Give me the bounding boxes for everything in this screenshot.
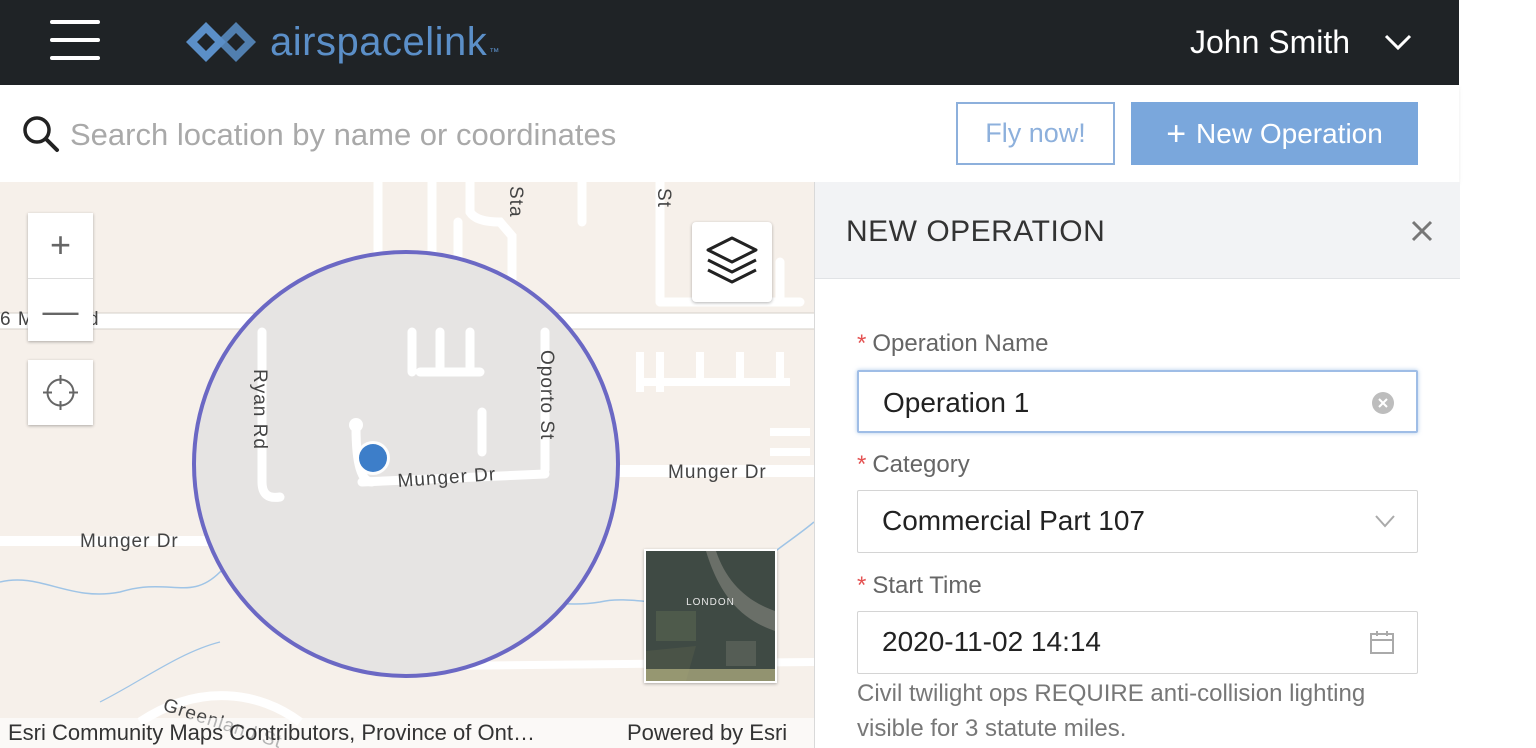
user-name: John Smith xyxy=(1190,23,1351,60)
map-attribution: Esri Community Maps Contributors, Provin… xyxy=(0,718,814,748)
attribution-text[interactable]: Esri Community Maps Contributors, Provin… xyxy=(8,718,535,748)
category-label: * Category xyxy=(857,451,970,478)
brand-logo[interactable]: airspacelink ™ xyxy=(182,16,500,68)
street-label-ryan: Ryan Rd xyxy=(249,369,270,450)
operation-name-field[interactable] xyxy=(857,370,1418,433)
start-time-picker[interactable]: 2020-11-02 14:14 xyxy=(857,611,1418,674)
trademark: ™ xyxy=(489,46,500,58)
plus-icon: + xyxy=(1166,114,1187,153)
crosshair-icon xyxy=(43,375,78,410)
street-label-sta-top: Sta xyxy=(505,186,526,218)
zoom-out-button[interactable]: — xyxy=(28,278,93,342)
start-time-value: 2020-11-02 14:14 xyxy=(882,626,1101,657)
twilight-note: Civil twilight ops REQUIRE anti-collisio… xyxy=(857,680,1366,742)
location-marker[interactable] xyxy=(359,444,387,472)
chevron-down-icon xyxy=(1375,515,1395,528)
minus-icon: — xyxy=(42,290,79,331)
required-mark: * xyxy=(857,330,867,357)
fly-now-button[interactable]: Fly now! xyxy=(956,102,1115,165)
logo-mark-icon xyxy=(186,22,256,62)
street-label-st-top: St xyxy=(653,188,674,208)
layers-button[interactable] xyxy=(692,222,772,302)
brand-name: airspacelink ™ xyxy=(270,19,500,64)
clear-icon[interactable] xyxy=(1371,391,1395,415)
plus-icon: + xyxy=(49,224,72,265)
top-navigation-bar: airspacelink ™ John Smith xyxy=(0,0,1459,85)
search-bar: Fly now! + New Operation xyxy=(0,85,1459,182)
new-operation-panel: NEW OPERATION *Operation Name *Category … xyxy=(814,182,1460,748)
menu-icon[interactable] xyxy=(50,18,100,62)
close-icon[interactable] xyxy=(1409,218,1435,244)
new-operation-label: New Operation xyxy=(1196,117,1383,149)
powered-by-esri[interactable]: Powered by Esri xyxy=(627,718,787,748)
calendar-icon xyxy=(1370,631,1394,654)
street-label-munger-right: Munger Dr xyxy=(668,462,767,483)
satellite-thumbnail xyxy=(646,551,775,681)
start-time-label: * Start Time xyxy=(857,572,982,599)
locate-button[interactable] xyxy=(28,360,93,425)
category-select[interactable]: Commercial Part 107 xyxy=(857,490,1418,553)
street-label-oporto: Oporto St xyxy=(536,350,557,440)
zoom-control: + — xyxy=(28,213,93,341)
zoom-in-button[interactable]: + xyxy=(28,213,93,276)
basemap-label: LONDON xyxy=(686,597,735,608)
chevron-down-icon xyxy=(1385,34,1412,51)
search-icon xyxy=(23,116,59,152)
required-mark: * xyxy=(857,451,867,478)
required-mark: * xyxy=(857,572,867,599)
category-value: Commercial Part 107 xyxy=(882,505,1145,536)
street-label-munger-left: Munger Dr xyxy=(80,531,179,552)
map-view[interactable]: Ryan Rd Oporto St Munger Dr Munger Dr Mu… xyxy=(0,182,814,748)
user-menu[interactable]: John Smith xyxy=(1190,18,1412,66)
search-input[interactable] xyxy=(68,111,932,159)
operation-name-input[interactable] xyxy=(881,382,1355,424)
new-operation-button[interactable]: + New Operation xyxy=(1131,102,1418,165)
layers-icon xyxy=(706,236,758,284)
operation-name-label: * Operation Name xyxy=(857,330,1049,357)
basemap-toggle[interactable]: LONDON xyxy=(644,549,777,683)
panel-title: NEW OPERATION xyxy=(846,215,1106,248)
panel-header: NEW OPERATION xyxy=(815,182,1460,279)
